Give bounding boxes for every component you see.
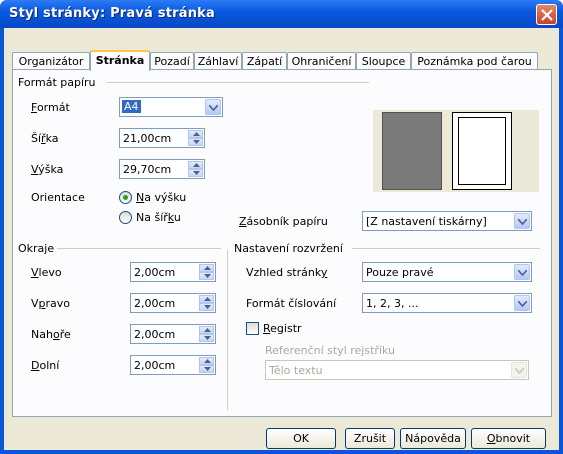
page-appearance-dropdown[interactable]: Pouze pravé [362,262,532,282]
reset-button[interactable]: Obnovit [471,428,546,449]
margin-right-spinbox[interactable]: 2,00cm [130,293,216,313]
margin-left-label: Vlevo [31,266,62,279]
cancel-button[interactable]: Zrušit [345,428,395,449]
page-preview [373,110,539,192]
margin-left-value: 2,00cm [134,266,176,279]
margin-right-value: 2,00cm [134,297,176,310]
numbering-format-value: 1, 2, 3, ... [366,297,419,310]
title-bar[interactable]: Styl stránky: Pravá stránka [0,0,563,28]
numbering-format-dropdown[interactable]: 1, 2, 3, ... [362,293,532,313]
margin-bottom-label: Dolní [31,359,60,372]
tab-zapati[interactable]: Zápatí [242,52,287,70]
margin-top-label: Nahoře [31,328,71,341]
tab-ohraniceni[interactable]: Ohraničení [287,52,356,70]
register-checkbox[interactable] [246,322,259,335]
margins-separator [57,248,221,249]
width-label: Šířka [31,132,59,145]
portrait-label[interactable]: Na výšku [136,191,186,204]
margin-top-spin-up[interactable] [199,326,214,334]
margin-right-label: Vpravo [31,297,71,310]
paper-format-separator [107,82,369,83]
help-button[interactable]: Nápověda [400,428,466,449]
preview-left-page [382,112,442,190]
dialog-body: Organizátor Stránka Pozadí Záhlaví Zápat… [4,28,559,450]
tab-pozadi[interactable]: Pozadí [150,52,194,70]
reference-style-value: Tělo textu [269,364,323,377]
height-spin-down[interactable] [188,169,203,177]
margin-top-spin-down[interactable] [199,334,214,342]
paper-format-group-label: Formát papíru [18,76,96,89]
preview-right-page [452,112,512,190]
portrait-radio[interactable] [119,191,132,204]
format-dropdown[interactable]: A4 [119,97,223,117]
chevron-down-icon[interactable] [514,213,530,229]
chevron-down-icon[interactable] [205,99,221,115]
paper-tray-value: [Z nastavení tiskárny] [366,215,487,228]
chevron-down-icon [511,362,527,378]
margin-left-spinbox[interactable]: 2,00cm [130,262,216,282]
margin-top-value: 2,00cm [134,328,176,341]
chevron-down-icon[interactable] [514,264,530,280]
margins-group-label: Okraje [18,242,55,255]
width-spin-down[interactable] [188,138,203,146]
column-divider [227,250,228,410]
landscape-radio[interactable] [119,211,132,224]
margin-bottom-spin-up[interactable] [199,357,214,365]
reference-style-label: Referenční styl rejstříku [265,344,395,357]
ok-button[interactable]: OK [266,428,336,449]
margin-right-spin-down[interactable] [199,303,214,311]
height-spin-up[interactable] [188,161,203,169]
margin-bottom-value: 2,00cm [134,359,176,372]
landscape-label[interactable]: Na šířku [136,211,181,224]
height-spinbox[interactable]: 29,70cm [119,159,205,179]
paper-tray-dropdown[interactable]: [Z nastavení tiskárny] [362,211,532,231]
dialog-window: Styl stránky: Pravá stránka Organizátor … [0,0,563,454]
page-appearance-value: Pouze pravé [366,266,434,279]
close-button[interactable] [536,4,557,25]
tab-stranka[interactable]: Stránka [90,50,150,71]
format-value: A4 [122,100,141,113]
tab-zahlavi[interactable]: Záhlaví [194,52,242,70]
window-title: Styl stránky: Pravá stránka [9,6,215,21]
width-value: 21,00cm [123,132,172,145]
margin-left-spin-down[interactable] [199,272,214,280]
tab-panel-stranka: Formát papíru Formát A4 Šířka 21,00cm Vý… [12,69,552,417]
chevron-down-icon[interactable] [514,295,530,311]
layout-group-label: Nastavení rozvržení [234,242,343,255]
register-label[interactable]: Registr [263,322,302,335]
width-spin-up[interactable] [188,130,203,138]
height-label: Výška [31,163,64,176]
margin-bottom-spin-down[interactable] [199,365,214,373]
page-appearance-label: Vzhled stránky [246,266,328,279]
tab-poznamka-pod-carou[interactable]: Poznámka pod čarou [411,52,538,70]
height-value: 29,70cm [123,163,172,176]
paper-tray-label: Zásobník papíru [239,215,328,228]
margin-top-spinbox[interactable]: 2,00cm [130,324,216,344]
tab-sloupce[interactable]: Sloupce [356,52,411,70]
orientation-label: Orientace [31,191,85,204]
close-icon [541,9,553,21]
margin-left-spin-up[interactable] [199,264,214,272]
width-spinbox[interactable]: 21,00cm [119,128,205,148]
numbering-format-label: Formát číslování [246,297,337,310]
tab-organizator[interactable]: Organizátor [12,52,90,70]
margin-right-spin-up[interactable] [199,295,214,303]
margin-bottom-spinbox[interactable]: 2,00cm [130,355,216,375]
format-label: Formát [31,101,70,114]
reference-style-dropdown[interactable]: Tělo textu [265,360,529,380]
layout-separator [352,248,540,249]
